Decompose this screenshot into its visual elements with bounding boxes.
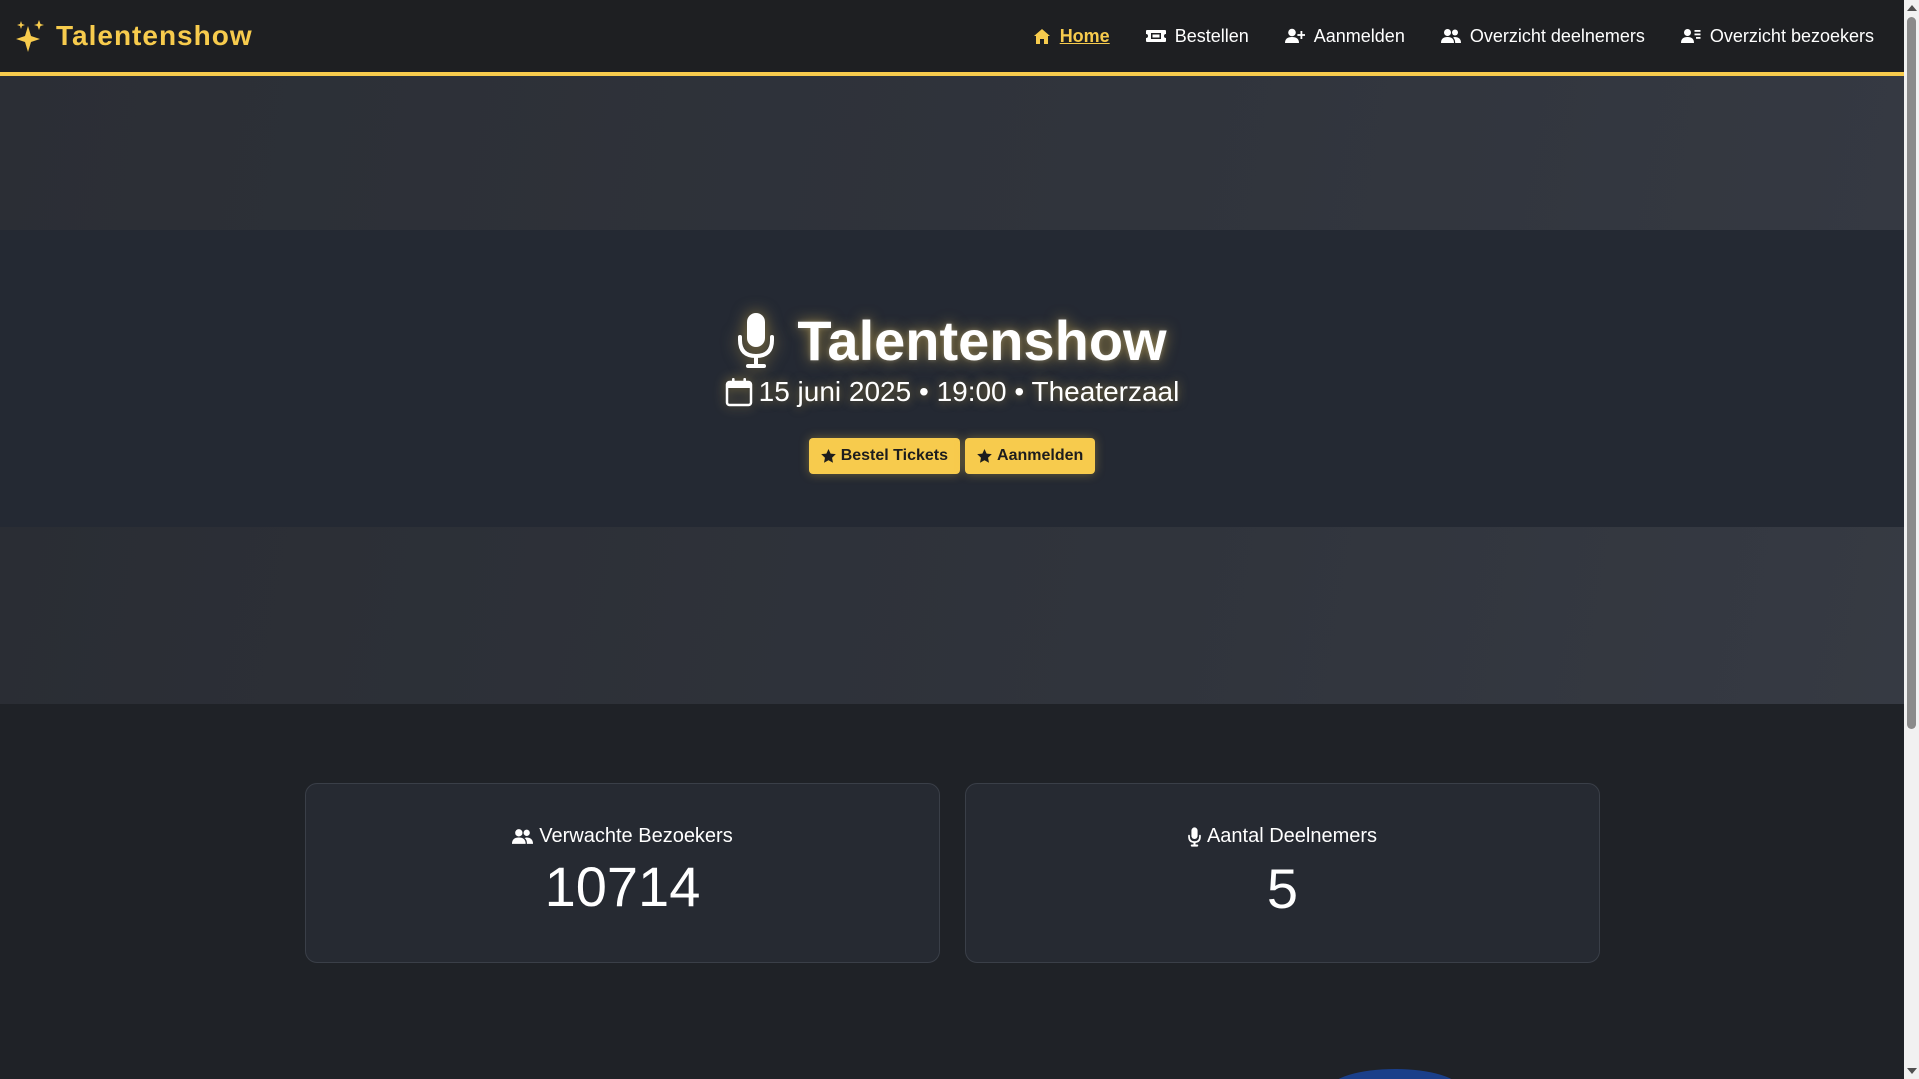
scroll-down-arrow-icon[interactable]: [1907, 1068, 1917, 1074]
ticket-icon: [1145, 30, 1166, 42]
users-icon: [1440, 29, 1461, 43]
page: Talentenshow Home Bestellen Aanmelden Ov…: [0, 0, 1919, 1079]
nav-link-label: Home: [1059, 25, 1110, 46]
bestel-tickets-button[interactable]: Bestel Tickets: [808, 437, 961, 474]
stat-label-text: Aantal Deelnemers: [1206, 825, 1378, 847]
hero-subtitle: 15 juni 2025 • 19:00 • Theaterzaal: [0, 376, 1904, 408]
button-label: Aanmelden: [997, 446, 1084, 464]
stats-section: Verwachte Bezoekers 10714 Aantal Deelnem…: [305, 783, 1600, 963]
hero-buttons: Bestel Tickets Aanmelden: [0, 437, 1904, 474]
nav-link-label: Overzicht bezoekers: [1709, 25, 1874, 46]
nav-link-overzicht-deelnemers[interactable]: Overzicht deelnemers: [1440, 25, 1645, 47]
star-icon: [977, 448, 992, 463]
nav-link-label: Bestellen: [1174, 25, 1249, 46]
navbar: Talentenshow Home Bestellen Aanmelden Ov…: [0, 0, 1904, 76]
hero-bottom-band: [0, 527, 1904, 704]
scrollbar-thumb[interactable]: [1907, 17, 1916, 729]
user-list-icon: [1680, 29, 1701, 43]
stat-value: 10714: [544, 855, 701, 918]
calendar-icon: [725, 377, 752, 406]
microphone-icon: [1188, 826, 1201, 847]
hero-subtitle-text: 15 juni 2025 • 19:00 • Theaterzaal: [758, 375, 1180, 407]
microphone-icon: [738, 312, 775, 368]
home-icon: [1033, 28, 1050, 44]
users-icon: [512, 829, 534, 844]
nav-link-overzicht-bezoekers[interactable]: Overzicht bezoekers: [1680, 25, 1874, 47]
star-icon: [820, 448, 836, 463]
nav-link-home[interactable]: Home: [1033, 26, 1110, 47]
stat-value: 5: [1266, 856, 1299, 920]
hero-content: Talentenshow 15 juni 2025 • 19:00 • Thea…: [0, 308, 1904, 474]
button-label: Bestel Tickets: [840, 446, 949, 464]
stat-label: Aantal Deelnemers: [1188, 825, 1377, 848]
aanmelden-button[interactable]: Aanmelden: [965, 437, 1096, 474]
sparkles-icon: [16, 20, 44, 52]
nav-link-label: Aanmelden: [1313, 25, 1405, 46]
hero-section: Talentenshow 15 juni 2025 • 19:00 • Thea…: [0, 76, 1904, 704]
stat-label: Verwachte Bezoekers: [512, 825, 733, 848]
vertical-scrollbar[interactable]: [1904, 0, 1919, 1079]
stat-card-deelnemers: Aantal Deelnemers 5: [965, 783, 1600, 963]
decorative-shape: [1330, 1069, 1460, 1079]
nav-link-aanmelden[interactable]: Aanmelden: [1284, 25, 1405, 47]
stat-label-text: Verwachte Bezoekers: [539, 825, 733, 847]
hero-top-band: [0, 76, 1904, 230]
scroll-up-arrow-icon[interactable]: [1907, 5, 1917, 11]
brand-link[interactable]: Talentenshow: [14, 18, 253, 54]
brand-name: Talentenshow: [56, 20, 253, 51]
hero-title-text: Talentenshow: [797, 309, 1167, 372]
nav-link-bestellen[interactable]: Bestellen: [1145, 25, 1249, 47]
hero-title: Talentenshow: [737, 308, 1167, 373]
nav-link-label: Overzicht deelnemers: [1469, 25, 1645, 46]
stat-card-bezoekers: Verwachte Bezoekers 10714: [305, 783, 940, 963]
nav-links: Home Bestellen Aanmelden Overzicht deeln…: [1033, 26, 1874, 47]
user-plus-icon: [1284, 28, 1305, 43]
